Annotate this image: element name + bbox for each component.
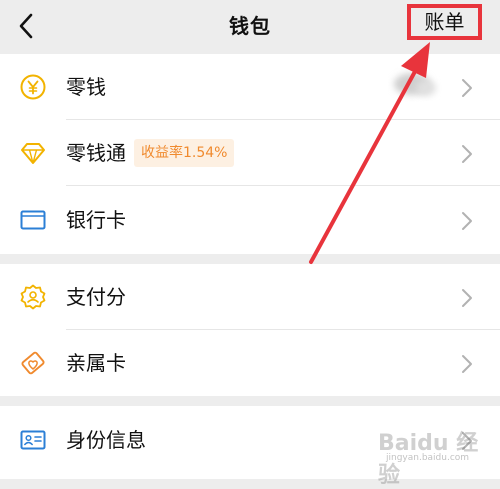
- row-label: 银行卡: [66, 208, 126, 232]
- row-payscore[interactable]: 支付分: [0, 264, 500, 330]
- bill-button[interactable]: 账单: [407, 4, 482, 40]
- row-family-card[interactable]: 亲属卡: [0, 330, 500, 396]
- wallet-group-services: 支付分 亲属卡: [0, 264, 500, 396]
- row-label: 零钱通: [66, 141, 126, 165]
- chevron-right-icon: [461, 211, 473, 231]
- row-label: 身份信息: [66, 428, 146, 452]
- chevron-right-icon: [461, 144, 473, 164]
- payscore-badge-icon: [19, 283, 47, 311]
- row-label: 零钱: [66, 75, 106, 99]
- row-label: 支付分: [66, 285, 126, 309]
- row-lingqiantong[interactable]: 零钱通 收益率1.54%: [0, 120, 500, 186]
- id-card-icon: [19, 426, 47, 454]
- bank-card-icon: [19, 206, 47, 234]
- chevron-right-icon: [461, 288, 473, 308]
- row-label: 亲属卡: [66, 351, 126, 375]
- blurred-balance: [388, 64, 444, 104]
- wallet-group-identity: 身份信息: [0, 406, 500, 479]
- yen-coin-icon: [19, 73, 47, 101]
- chevron-right-icon: [461, 78, 473, 98]
- family-card-icon: [19, 349, 47, 377]
- row-change[interactable]: 零钱: [0, 54, 500, 120]
- row-bank-card[interactable]: 银行卡: [0, 186, 500, 252]
- row-identity-info[interactable]: 身份信息: [0, 406, 500, 472]
- wallet-group-balance: 零钱 零钱通 收益率1.54% 银行卡: [0, 54, 500, 254]
- nav-bar: 钱包 账单: [0, 0, 500, 54]
- yield-rate-badge: 收益率1.54%: [134, 139, 235, 167]
- chevron-right-icon: [461, 431, 473, 451]
- chevron-right-icon: [461, 354, 473, 374]
- diamond-icon: [19, 139, 47, 167]
